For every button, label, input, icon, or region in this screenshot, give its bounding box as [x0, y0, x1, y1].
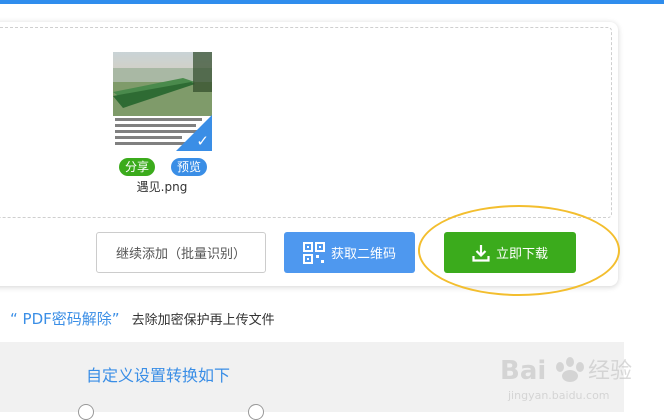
preview-badge[interactable]: 预览 — [171, 158, 208, 176]
watermark-brand-cn: 经验 — [588, 359, 632, 384]
top-accent-bar — [0, 0, 664, 4]
file-name: 遇见.png — [136, 180, 188, 194]
settings-title: 自定义设置转换如下 — [86, 366, 231, 385]
file-thumbnail[interactable]: ✓ — [113, 52, 212, 151]
baidu-jingyan-watermark: Bai 经验 jingyan.baidu.com — [500, 356, 632, 402]
share-badge[interactable]: 分享 — [119, 158, 156, 176]
continue-add-label: 继续添加（批量识别） — [115, 247, 246, 262]
upload-dropzone[interactable] — [0, 27, 612, 218]
radio-icon[interactable] — [78, 404, 94, 420]
radio-icon[interactable] — [248, 404, 264, 420]
continue-add-button[interactable]: 继续添加（批量识别） — [96, 232, 266, 273]
watermark-url: jingyan.baidu.com — [507, 389, 610, 402]
pdf-section-title[interactable]: PDF密码解除 — [18, 310, 112, 328]
pdf-password-section: “ PDF密码解除” 去除加密保护再上传文件 — [10, 308, 275, 329]
check-icon: ✓ — [196, 132, 209, 150]
thumbnail-photo — [113, 52, 212, 116]
watermark-brand: Bai — [500, 356, 546, 386]
pdf-section-description: 去除加密保护再上传文件 — [131, 313, 275, 328]
quote-close: ” — [111, 310, 120, 328]
get-qr-code-button[interactable]: 获取二维码 — [284, 232, 415, 273]
get-qr-code-label: 获取二维码 — [330, 247, 396, 262]
highlight-annotation-ring — [418, 205, 620, 296]
qr-code-icon — [302, 241, 325, 264]
quote-open: “ — [10, 310, 18, 328]
